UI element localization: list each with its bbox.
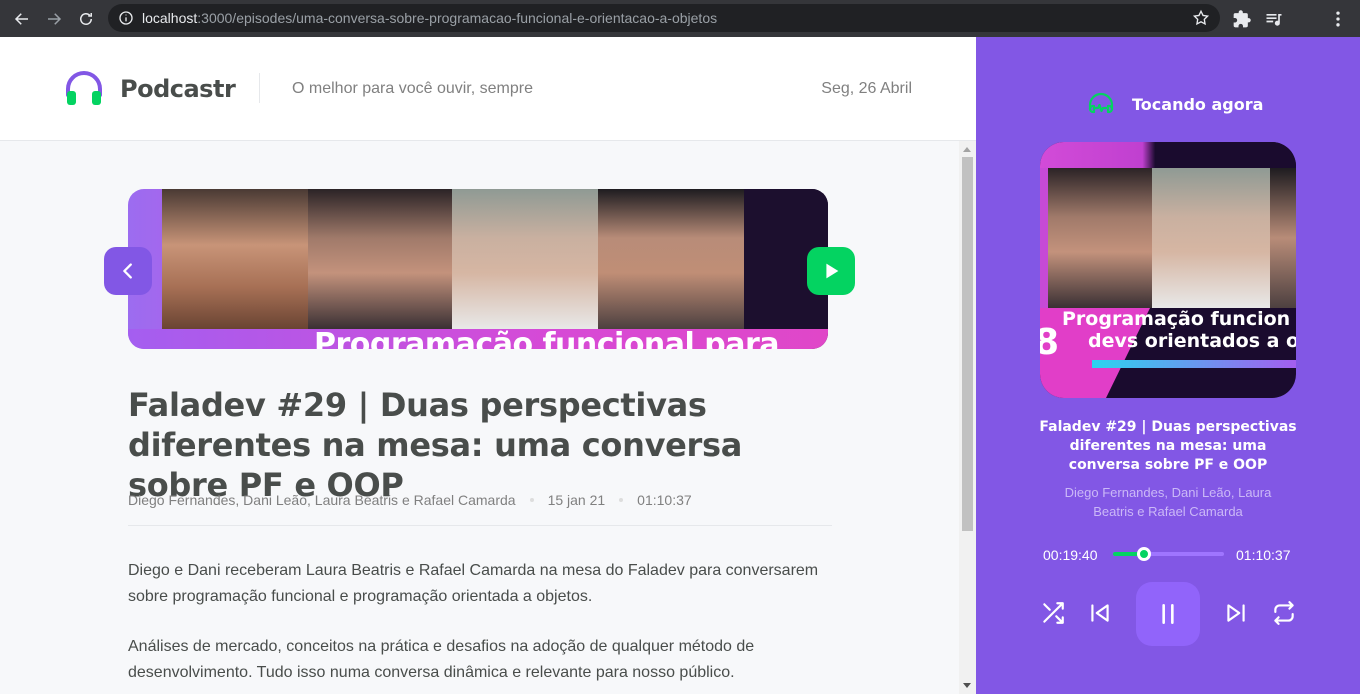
play-episode-button[interactable] <box>807 247 855 295</box>
info-icon[interactable] <box>118 10 134 26</box>
chevron-left-icon <box>123 263 132 279</box>
now-playing-label: Tocando agora <box>1132 94 1264 114</box>
pause-button[interactable] <box>1136 582 1200 646</box>
episode-date: 15 jan 21 <box>547 492 606 508</box>
scrollbar-thumb[interactable] <box>962 157 973 531</box>
separator-dot <box>619 498 624 502</box>
bookmark-star-icon[interactable] <box>1192 9 1210 27</box>
skip-previous-icon <box>1091 604 1109 622</box>
thumbnail-episode-number: 8 <box>1040 322 1060 363</box>
extensions-puzzle-icon[interactable] <box>1232 9 1252 29</box>
now-playing-header: Tocando agora <box>1086 89 1263 119</box>
skip-next-icon <box>1227 604 1245 622</box>
page-header: Podcastr O melhor para você ouvir, sempr… <box>0 37 976 141</box>
play-icon <box>826 263 839 279</box>
thumbnail-caption: Programação funcional para <box>314 327 780 349</box>
header-divider <box>259 73 260 103</box>
browser-toolbar: localhost:3000/episodes/uma-conversa-sob… <box>0 0 1360 37</box>
back-arrow-icon[interactable] <box>8 5 36 33</box>
headphones-logo-icon <box>66 71 102 105</box>
logo-text: Podcastr <box>120 75 236 103</box>
next-button[interactable] <box>1223 600 1249 626</box>
episode-members: Diego Fernandes, Dani Leão, Laura Beatri… <box>128 492 516 508</box>
pause-icon <box>1162 604 1174 624</box>
episode-description: Diego e Dani receberam Laura Beatris e R… <box>128 558 828 694</box>
player-thumbnail: 8 Programação funcion devs orientados a … <box>1040 142 1296 398</box>
repeat-icon <box>1274 601 1294 625</box>
reload-icon[interactable] <box>72 5 100 33</box>
episode-meta: Diego Fernandes, Dani Leão, Laura Beatri… <box>128 492 692 508</box>
scrollbar[interactable] <box>959 141 976 694</box>
player-episode-title: Faladev #29 | Duas perspectivas diferent… <box>1039 419 1297 473</box>
logo[interactable]: Podcastr <box>64 69 236 109</box>
current-date: Seg, 26 Abril <box>821 80 912 97</box>
main-content: Podcastr O melhor para você ouvir, sempr… <box>0 37 976 694</box>
headphones-wave-icon <box>1088 92 1114 114</box>
shuffle-button[interactable] <box>1040 600 1066 626</box>
player-episode-members: Diego Fernandes, Dani Leão, Laura Beatri… <box>1064 485 1272 519</box>
progress-handle[interactable] <box>1137 547 1152 561</box>
address-bar[interactable]: localhost:3000/episodes/uma-conversa-sob… <box>108 4 1220 32</box>
thumbnail-caption-line2: devs orientados a o <box>1088 330 1296 352</box>
episode-duration: 01:10:37 <box>637 492 692 508</box>
thumbnail-caption-line1: Programação funcion <box>1062 308 1291 330</box>
separator-dot <box>529 498 534 502</box>
meta-divider <box>128 525 832 526</box>
description-paragraph: Análises de mercado, conceitos na prátic… <box>128 638 755 681</box>
progress-slider[interactable] <box>1113 547 1224 561</box>
total-time: 01:10:37 <box>1236 547 1291 563</box>
current-time: 00:19:40 <box>1043 547 1098 563</box>
shuffle-icon <box>1043 602 1064 624</box>
scroll-up-arrow-icon[interactable] <box>963 147 971 152</box>
url-text[interactable]: localhost:3000/episodes/uma-conversa-sob… <box>142 10 717 26</box>
episode-thumbnail: Programação funcional para <box>128 189 828 349</box>
tagline: O melhor para você ouvir, sempre <box>292 80 533 97</box>
scroll-down-arrow-icon[interactable] <box>963 683 971 688</box>
back-button[interactable] <box>104 247 152 295</box>
forward-arrow-icon[interactable] <box>40 5 68 33</box>
previous-button[interactable] <box>1087 600 1113 626</box>
player-panel: Tocando agora 8 Programação funcion devs… <box>976 37 1360 694</box>
media-queue-icon[interactable] <box>1264 9 1284 29</box>
episode-title: Faladev #29 | Duas perspectivas diferent… <box>128 386 743 504</box>
description-paragraph: Diego e Dani receberam Laura Beatris e R… <box>128 562 819 605</box>
repeat-button[interactable] <box>1271 600 1297 626</box>
kebab-menu-icon[interactable] <box>1328 9 1348 29</box>
